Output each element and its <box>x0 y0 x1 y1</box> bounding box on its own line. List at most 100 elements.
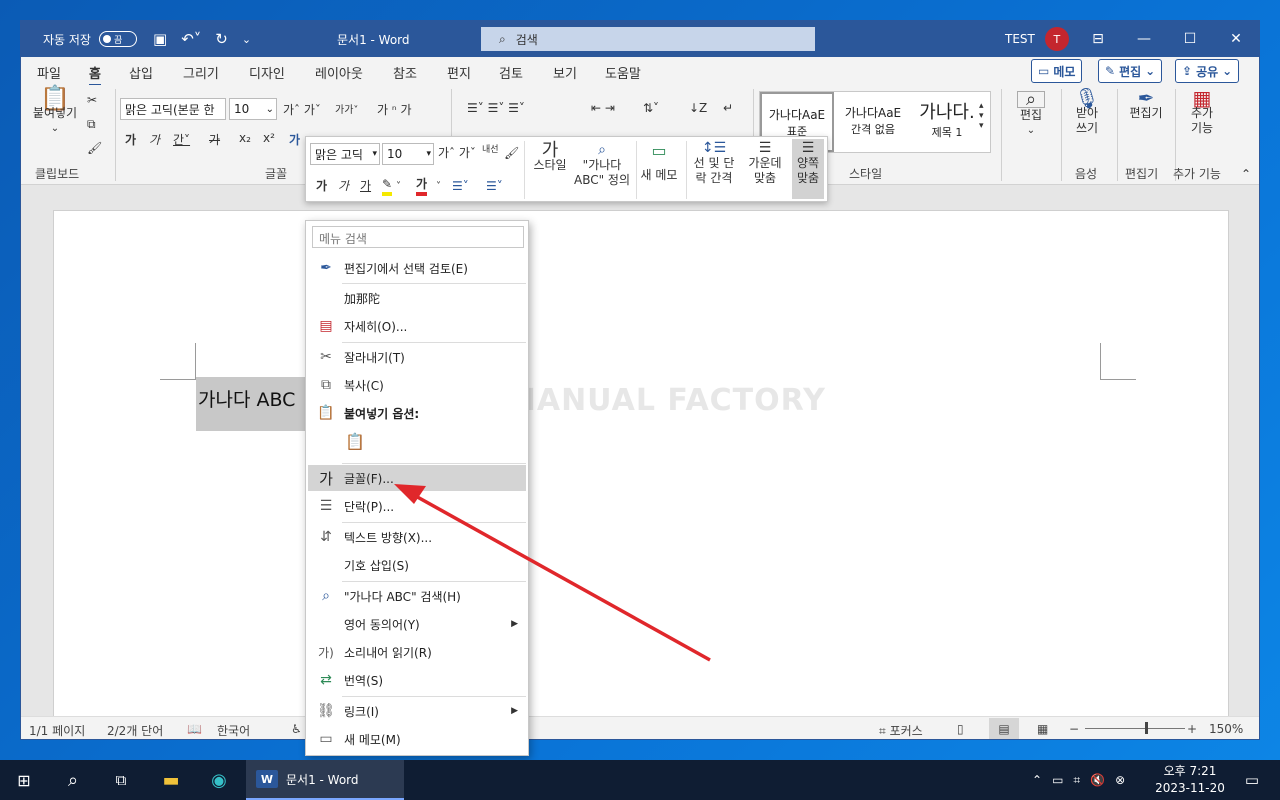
mini-underline-icon[interactable]: 가 <box>360 179 371 194</box>
zoom-in-icon[interactable]: + <box>1187 722 1197 736</box>
undo-icon[interactable]: ↶˅ <box>181 30 201 48</box>
font-size-field[interactable]: 10 ⌄ <box>229 98 277 120</box>
volume-muted-icon[interactable]: 🔇 <box>1090 773 1105 787</box>
mini-phonetic-icon[interactable]: 내선 <box>482 143 499 158</box>
mini-numbering-icon[interactable]: ☰˅ <box>486 179 503 194</box>
tab-help[interactable]: 도움말 <box>605 63 641 82</box>
font-name-field[interactable]: 맑은 고딕(본문 한 <box>120 98 226 120</box>
file-explorer-icon[interactable]: ▬ <box>148 760 194 800</box>
tab-draw[interactable]: 그리기 <box>183 63 219 82</box>
zoom-thumb[interactable] <box>1145 722 1148 734</box>
mini-styles-button[interactable]: 가 스타일 <box>528 142 572 173</box>
tab-insert[interactable]: 삽입 <box>129 63 153 82</box>
zoom-slider[interactable] <box>1085 722 1185 734</box>
paste-button[interactable]: 📋 붙여넣기 ⌄ <box>29 86 81 136</box>
mini-bold-icon[interactable]: 가 <box>316 179 327 194</box>
style-no-spacing[interactable]: 가나다AaE 간격 없음 <box>836 92 910 152</box>
mini-line-spacing-button[interactable]: ↕☰ 선 및 단 락 간격 <box>690 141 738 186</box>
page-count[interactable]: 1/1 페이지 <box>29 722 85 739</box>
proofing-icon[interactable]: 📖 <box>187 722 202 736</box>
mini-font-color-dropdown-icon[interactable]: ˅ <box>436 179 441 194</box>
underline-icon[interactable]: 간˅ <box>173 131 190 148</box>
ribbon-display-icon[interactable]: ⊟ <box>1075 21 1121 57</box>
style-heading-1[interactable]: 가나다. 제목 1 <box>910 92 984 152</box>
mini-font-color-icon[interactable]: 가 <box>416 177 428 196</box>
mini-highlight-icon[interactable]: ✎ <box>382 177 393 196</box>
text-effects-icon[interactable]: 가 <box>289 131 300 148</box>
language[interactable]: 한국어 <box>217 722 250 739</box>
bullets-icon[interactable]: ☰˅ ☰˅ ☰˅ <box>467 101 525 115</box>
menu-cut[interactable]: ✂ 잘라내기(T) <box>308 344 526 370</box>
task-view-icon[interactable]: ⧉ <box>98 760 144 800</box>
mini-new-comment-button[interactable]: ▭ 새 메모 <box>638 143 680 183</box>
tab-references[interactable]: 참조 <box>393 63 417 82</box>
share-button[interactable]: ⇪ 공유 ⌄ <box>1175 59 1240 83</box>
bold-icon[interactable]: 가 <box>125 131 136 148</box>
mini-font-field[interactable]: 맑은 고딕 ▾ <box>310 143 380 165</box>
close-button[interactable]: ✕ <box>1213 21 1259 57</box>
print-layout-icon[interactable]: ▤ <box>989 718 1019 739</box>
autosave[interactable]: 자동 저장 끔 <box>43 21 137 57</box>
menu-details[interactable]: ▤ 자세히(O)... <box>308 313 526 339</box>
accessibility-icon[interactable]: ♿ <box>291 722 302 736</box>
menu-new-comment[interactable]: ▭ 새 메모(M) <box>308 726 526 752</box>
format-painter-icon[interactable]: 🖌 <box>87 141 102 155</box>
redo-icon[interactable]: ↻ <box>215 30 228 48</box>
zoom-percent[interactable]: 150% <box>1209 722 1243 736</box>
tab-design[interactable]: 디자인 <box>249 63 285 82</box>
indent-icon[interactable]: ⇤ ⇥ <box>591 101 615 115</box>
menu-search-input[interactable]: 메뉴 검색 <box>312 226 524 248</box>
comments-button[interactable]: ▭ 메모 <box>1031 59 1083 83</box>
paste-keep-text-icon[interactable]: 📋 <box>344 431 368 459</box>
subscript-icon[interactable]: x₂ <box>239 131 251 145</box>
tab-file[interactable]: 파일 <box>37 63 61 82</box>
read-mode-icon[interactable]: ▯ <box>957 722 964 736</box>
menu-translate[interactable]: ⇄ 번역(S) <box>308 667 526 693</box>
clock[interactable]: 오후 7:21 2023-11-20 <box>1150 763 1230 797</box>
copy-icon[interactable]: ⧉ <box>87 117 96 132</box>
menu-hanja[interactable]: 加那陀 <box>308 285 526 311</box>
document-page[interactable]: 가나다 ABC MANUAL FACTORY <box>53 210 1229 730</box>
network-icon[interactable]: ▭ <box>1052 773 1063 787</box>
menu-editor-review[interactable]: ✒ 편집기에서 선택 검토(E) <box>308 255 526 281</box>
mini-size-field[interactable]: 10 ▾ <box>382 143 434 165</box>
mini-highlight-dropdown-icon[interactable]: ˅ <box>396 179 401 194</box>
superscript-icon[interactable]: x² <box>263 131 275 145</box>
tab-mailings[interactable]: 편지 <box>447 63 471 82</box>
selected-text[interactable]: 가나다 ABC <box>196 377 316 431</box>
sort-icon[interactable]: ⇅˅ <box>643 101 659 115</box>
word-count[interactable]: 2/2개 단어 <box>107 722 163 739</box>
mini-bullets-icon[interactable]: ☰˅ <box>452 179 469 194</box>
editor-button[interactable]: ✒ 편집기 <box>1121 88 1171 121</box>
mini-format-painter-icon[interactable]: 🖌 <box>504 146 519 161</box>
strikethrough-icon[interactable]: 가 <box>209 131 220 148</box>
sort-az-icon[interactable]: ↓Z <box>689 101 707 115</box>
tab-view[interactable]: 보기 <box>553 63 577 82</box>
mini-italic-icon[interactable]: 가 <box>338 179 349 194</box>
tab-home[interactable]: 홈 <box>89 63 101 87</box>
minimize-button[interactable]: — <box>1121 21 1167 57</box>
mini-justify-button[interactable]: ☰ 양쪽 맞춤 <box>792 139 824 199</box>
taskbar-word[interactable]: W 문서1 - Word <box>246 760 404 800</box>
menu-synonyms[interactable]: 영어 동의어(Y) ▶ <box>308 611 526 637</box>
notification-x-icon[interactable]: ⊗ <box>1115 773 1125 787</box>
tab-layout[interactable]: 레이아웃 <box>315 63 363 82</box>
mini-define-button[interactable]: ⌕ "가나다 ABC" 정의 <box>570 143 634 188</box>
customize-icon[interactable]: ⌄ <box>242 33 251 46</box>
dictate-button[interactable]: 🎙 받아 쓰기 <box>1067 88 1107 136</box>
menu-insert-symbol[interactable]: 기호 삽입(S) <box>308 552 526 578</box>
menu-paragraph[interactable]: ☰ 단락(P)... <box>308 493 526 519</box>
change-case-icon[interactable]: 가가˅ <box>335 101 358 116</box>
account[interactable]: TEST T <box>1005 21 1069 57</box>
menu-link[interactable]: ⛓ 링크(I) ▶ <box>308 698 526 724</box>
menu-text-direction[interactable]: ⇵ 텍스트 방향(X)... <box>308 524 526 550</box>
clear-format-icon[interactable]: 가 ⁿ 가 <box>377 101 412 118</box>
tray-chevron-icon[interactable]: ⌃ <box>1032 773 1042 787</box>
grow-font-icon[interactable]: 가ˆ 가ˇ <box>283 101 321 118</box>
zoom-out-icon[interactable]: − <box>1069 722 1079 736</box>
tab-review[interactable]: 검토 <box>499 63 523 82</box>
autosave-toggle[interactable]: 끔 <box>98 31 137 47</box>
search-box[interactable]: ⌕ 검색 <box>481 27 815 51</box>
menu-search[interactable]: ⌕ "가나다 ABC" 검색(H) <box>308 583 526 609</box>
show-marks-icon[interactable]: ↵ <box>723 101 733 115</box>
